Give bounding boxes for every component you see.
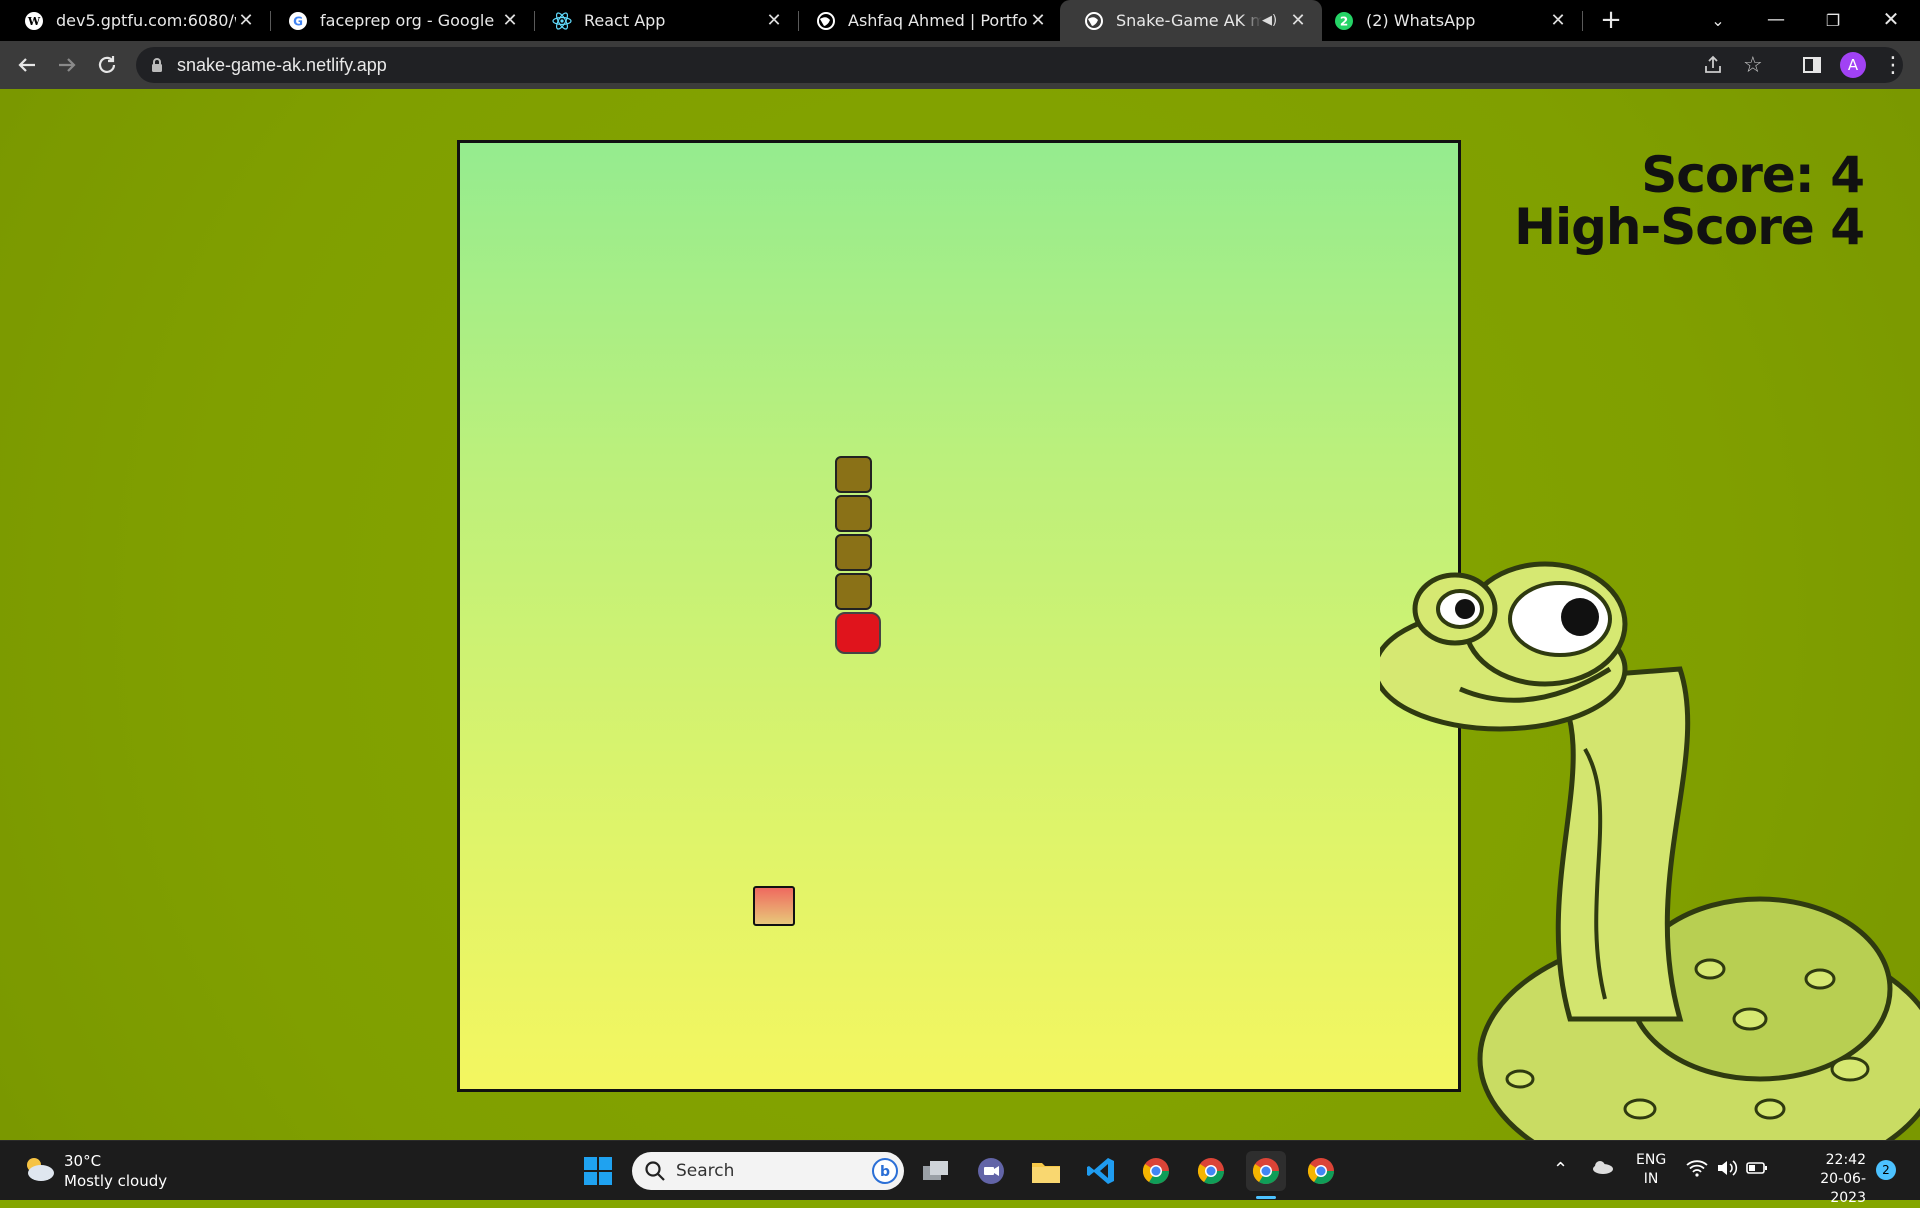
tab-title: faceprep org - Google Sear bbox=[320, 11, 500, 30]
close-tab-icon[interactable]: ✕ bbox=[764, 10, 784, 31]
region-code: IN bbox=[1643, 1171, 1659, 1187]
tab-react-app[interactable]: React App ✕ bbox=[528, 0, 798, 41]
tab-title: (2) WhatsApp bbox=[1366, 11, 1476, 30]
windows-start-icon[interactable] bbox=[578, 1151, 618, 1191]
cloudy-weather-icon bbox=[22, 1155, 56, 1187]
language-code: ENG bbox=[1636, 1152, 1667, 1168]
chrome-profile-m2-icon[interactable] bbox=[1191, 1151, 1231, 1191]
score-panel: Score: 4 High-Score 4 bbox=[1514, 146, 1865, 256]
score-label: Score: 4 bbox=[1641, 146, 1865, 204]
weather-temperature: 30°C bbox=[64, 1152, 102, 1170]
vscode-icon[interactable] bbox=[1081, 1151, 1121, 1191]
globe-icon bbox=[816, 11, 836, 31]
tab-whatsapp[interactable]: 2 (2) WhatsApp ✕ bbox=[1322, 0, 1582, 41]
weather-widget[interactable]: 30°C Mostly cloudy bbox=[22, 1151, 167, 1191]
clock-time: 22:42 bbox=[1825, 1152, 1866, 1168]
bookmark-star-icon[interactable]: ☆ bbox=[1743, 53, 1763, 78]
close-window-button[interactable]: ✕ bbox=[1876, 4, 1906, 34]
back-arrow-icon[interactable] bbox=[12, 50, 42, 80]
svg-text:b: b bbox=[880, 1164, 890, 1180]
language-indicator[interactable]: ENG IN bbox=[1636, 1151, 1666, 1189]
browser-tab-strip: W dev5.gptfu.com:6080/wp-ad ✕ G faceprep… bbox=[0, 0, 1920, 41]
close-tab-icon[interactable]: ✕ bbox=[1288, 10, 1308, 31]
food-item bbox=[753, 886, 795, 926]
tab-portfolio[interactable]: Ashfaq Ahmed | Portfolio ✕ bbox=[792, 0, 1062, 41]
snake-head bbox=[835, 612, 881, 654]
weather-description: Mostly cloudy bbox=[64, 1172, 168, 1190]
chrome-profile-a-icon[interactable] bbox=[1301, 1151, 1341, 1191]
share-icon[interactable] bbox=[1702, 54, 1724, 80]
profile-avatar[interactable]: A bbox=[1838, 50, 1868, 80]
chrome-active-icon[interactable] bbox=[1246, 1151, 1286, 1191]
profile-initial: A bbox=[1847, 56, 1859, 74]
chrome-profile-m-icon[interactable] bbox=[1136, 1151, 1176, 1191]
tab-separator bbox=[1582, 11, 1583, 31]
reload-icon[interactable] bbox=[92, 50, 122, 80]
wordpress-icon: W bbox=[24, 11, 44, 31]
teams-chat-icon[interactable] bbox=[971, 1151, 1011, 1191]
clock[interactable]: 22:42 20-06-2023 bbox=[1786, 1151, 1866, 1208]
address-bar[interactable]: snake-game-ak.netlify.app ☆ bbox=[136, 47, 1903, 83]
svg-text:W: W bbox=[27, 15, 41, 28]
menu-kebab-icon[interactable]: ⋮ bbox=[1878, 50, 1908, 80]
snake-body-segment bbox=[835, 534, 872, 571]
game-page: Score: 4 High-Score 4 bbox=[0, 89, 1920, 1140]
globe-icon bbox=[1084, 11, 1104, 31]
tab-title: Ashfaq Ahmed | Portfolio bbox=[848, 11, 1028, 30]
snake-body-segment bbox=[835, 573, 872, 610]
forward-arrow-icon[interactable] bbox=[52, 50, 82, 80]
active-app-indicator bbox=[1256, 1196, 1276, 1199]
restore-window-button[interactable]: ❐ bbox=[1818, 5, 1848, 35]
game-board[interactable] bbox=[457, 140, 1461, 1092]
lock-icon[interactable] bbox=[150, 57, 164, 77]
tab-title: dev5.gptfu.com:6080/wp-ad bbox=[56, 11, 236, 30]
task-view-icon[interactable] bbox=[916, 1151, 956, 1191]
close-tab-icon[interactable]: ✕ bbox=[1548, 10, 1568, 31]
battery-icon[interactable] bbox=[1746, 1161, 1768, 1179]
chevron-up-icon[interactable]: ⌃ bbox=[1553, 1159, 1568, 1180]
tab-google[interactable]: G faceprep org - Google Sear ✕ bbox=[264, 0, 534, 41]
cartoon-snake-illustration bbox=[1380, 561, 1920, 1140]
taskbar-search-box[interactable]: Search b bbox=[632, 1152, 904, 1190]
clock-date: 20-06-2023 bbox=[1820, 1171, 1866, 1206]
volume-icon[interactable] bbox=[1716, 1159, 1738, 1181]
browser-toolbar: snake-game-ak.netlify.app ☆ A ⋮ bbox=[0, 41, 1920, 89]
notification-badge[interactable]: 2 bbox=[1876, 1160, 1896, 1180]
tab-search-chevron-icon[interactable]: ⌄ bbox=[1703, 5, 1733, 35]
search-icon bbox=[644, 1160, 666, 1186]
url-text[interactable]: snake-game-ak.netlify.app bbox=[177, 55, 387, 76]
minimize-window-button[interactable]: — bbox=[1761, 4, 1791, 34]
speaker-icon[interactable]: ◀) bbox=[1262, 13, 1282, 28]
tab-wordpress[interactable]: W dev5.gptfu.com:6080/wp-ad ✕ bbox=[0, 0, 270, 41]
wifi-icon[interactable] bbox=[1686, 1159, 1708, 1181]
snake-body-segment bbox=[835, 456, 872, 493]
windows-taskbar: 30°C Mostly cloudy Search b ⌃ ENG IN 22:… bbox=[0, 1140, 1920, 1206]
svg-text:2: 2 bbox=[1340, 14, 1348, 28]
tab-title: Snake-Game AK mini p bbox=[1116, 11, 1262, 30]
onedrive-cloud-icon[interactable] bbox=[1590, 1159, 1614, 1179]
react-icon bbox=[552, 11, 572, 31]
side-panel-icon[interactable] bbox=[1797, 50, 1827, 80]
svg-text:G: G bbox=[293, 14, 303, 28]
search-placeholder: Search bbox=[676, 1161, 735, 1181]
high-score-label: High-Score 4 bbox=[1514, 198, 1865, 256]
whatsapp-icon: 2 bbox=[1334, 11, 1354, 31]
close-tab-icon[interactable]: ✕ bbox=[500, 10, 520, 31]
close-tab-icon[interactable]: ✕ bbox=[1028, 10, 1048, 31]
close-tab-icon[interactable]: ✕ bbox=[236, 10, 256, 31]
new-tab-button[interactable]: + bbox=[1596, 5, 1626, 35]
snake-body-segment bbox=[835, 495, 872, 532]
google-icon: G bbox=[288, 11, 308, 31]
bing-icon[interactable]: b bbox=[872, 1158, 898, 1188]
tab-title: React App bbox=[584, 11, 666, 30]
tab-snake-game[interactable]: Snake-Game AK mini p ◀) ✕ bbox=[1060, 0, 1322, 41]
file-explorer-icon[interactable] bbox=[1026, 1151, 1066, 1191]
